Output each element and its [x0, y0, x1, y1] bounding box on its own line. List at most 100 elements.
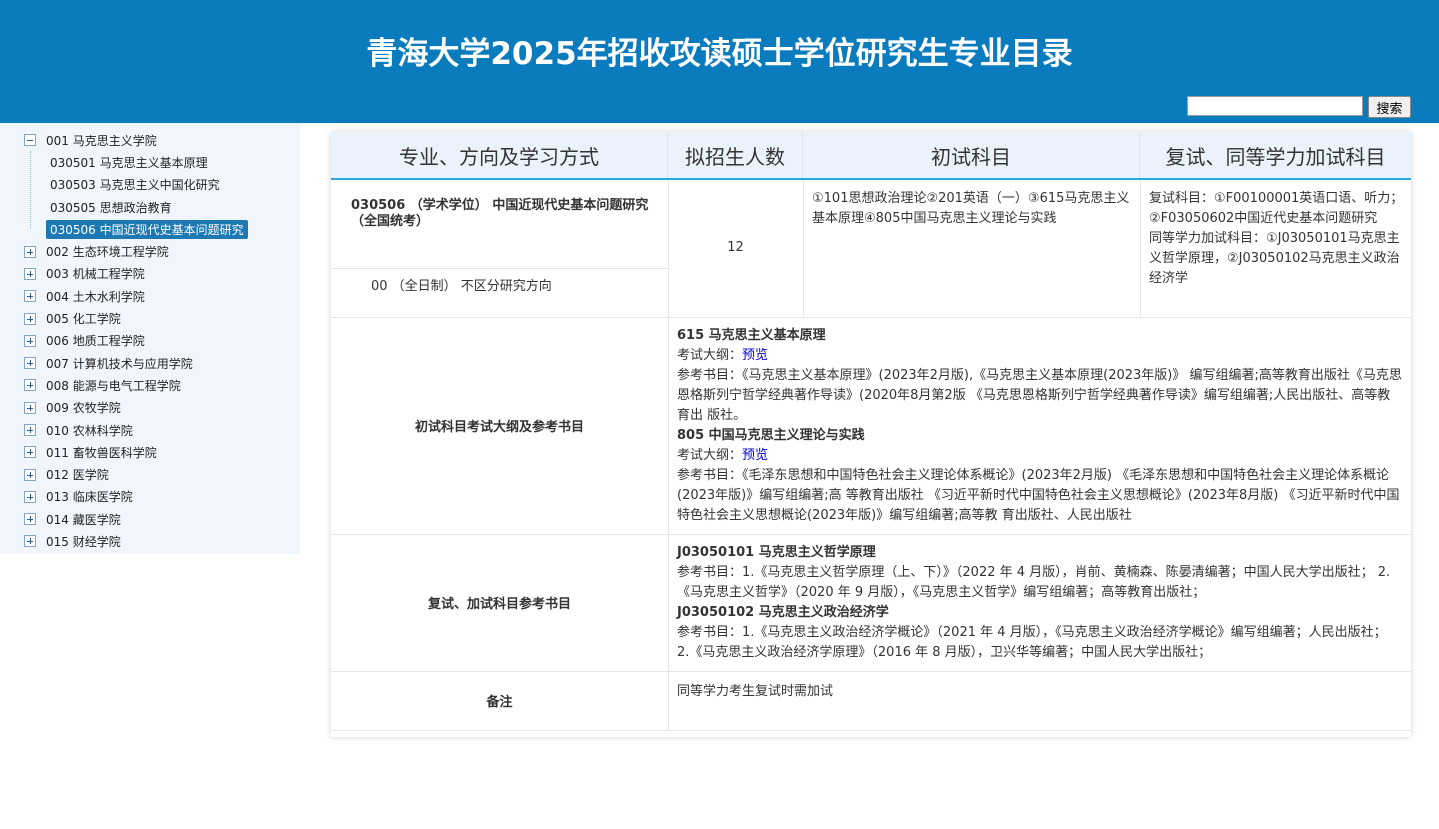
tree-node-label: 002 生态环境工程学院 — [46, 245, 169, 260]
header-initial-subjects: 初试科目 — [803, 132, 1140, 178]
tree-node-label: 009 农牧学院 — [46, 401, 121, 416]
remark-text: 同等学力考生复试时需加试 — [677, 684, 834, 699]
subject-title: J03050101 马克思主义哲学原理 — [677, 545, 876, 560]
search-button[interactable]: 搜索 — [1368, 96, 1411, 118]
header-enrollment: 拟招生人数 — [668, 132, 803, 178]
table-header: 专业、方向及学习方式 拟招生人数 初试科目 复试、同等学力加试科目 — [331, 132, 1411, 180]
expand-icon[interactable] — [24, 290, 36, 303]
tree-node-collapsed[interactable]: 009 农牧学院 — [24, 397, 300, 419]
equivalent-subject-list: 同等学力加试科目：①J03050101马克思主义哲学原理，②J03050102马… — [1149, 231, 1400, 286]
retest-books-content: J03050101 马克思主义哲学原理 参考书目：1.《马克思主义哲学原理（上、… — [677, 543, 1403, 663]
expand-icon[interactable] — [24, 424, 36, 436]
tree-node-label: 014 藏医学院 — [46, 512, 121, 527]
tree-node-collapsed[interactable]: 008 能源与电气工程学院 — [24, 374, 300, 396]
outline-label: 考试大纲： — [677, 448, 743, 463]
reference-books: 参考书目：1.《马克思主义政治经济学概论》（2021 年 4 月版），《马克思主… — [677, 625, 1387, 660]
subject-title: 805 中国马克思主义理论与实践 — [677, 428, 865, 443]
tree-node-label: 008 能源与电气工程学院 — [46, 378, 181, 393]
divider — [803, 180, 804, 317]
divider — [331, 730, 1411, 731]
tree-node-collapsed[interactable]: 010 农林科学院 — [24, 419, 300, 441]
preview-link[interactable]: 预览 — [742, 348, 768, 363]
reference-books: 参考书目：《马克思主义基本原理》(2023年2月版),《马克思主义基本原理(20… — [677, 368, 1402, 423]
preview-link[interactable]: 预览 — [742, 448, 768, 463]
collapse-icon[interactable] — [24, 134, 36, 147]
tree-child-item[interactable]: 030506 中国近现代史基本问题研究 — [24, 218, 300, 240]
tree-child-item[interactable]: 030501 马克思主义基本原理 — [24, 151, 300, 173]
page-title: 青海大学2025年招收攻读硕士学位研究生专业目录 — [366, 36, 1073, 72]
tree-node-label: 004 土木水利学院 — [46, 289, 145, 304]
tree-node-collapsed[interactable]: 011 畜牧兽医科学院 — [24, 441, 300, 463]
tree-node-expanded[interactable]: 001 马克思主义学院 — [24, 129, 300, 151]
expand-icon[interactable] — [24, 379, 36, 392]
tree-node-label: 003 机械工程学院 — [46, 267, 145, 282]
catalog-table: 专业、方向及学习方式 拟招生人数 初试科目 复试、同等学力加试科目 030506… — [331, 132, 1411, 737]
divider — [668, 317, 669, 731]
tree-node-label: 007 计算机技术与应用学院 — [46, 356, 193, 371]
expand-icon[interactable] — [24, 490, 36, 503]
reference-books: 参考书目：1.《马克思主义哲学原理（上、下）》（2022 年 4 月版），肖前、… — [677, 565, 1391, 600]
retest-subjects: 复试科目：①F00100001英语口语、听力；②F03050602中国近代史基本… — [1149, 189, 1405, 289]
tree-node-label: 011 畜牧兽医科学院 — [46, 445, 157, 460]
header-retest-subjects: 复试、同等学力加试科目 — [1165, 144, 1386, 169]
tree-node-collapsed[interactable]: 012 医学院 — [24, 463, 300, 485]
initial-subjects: ①101思想政治理论②201英语（一）③615马克思主义基本原理④805中国马克… — [812, 191, 1130, 226]
expand-icon[interactable] — [24, 334, 36, 347]
divider — [331, 268, 668, 269]
search-bar: 搜索 — [1187, 96, 1411, 118]
header-major: 专业、方向及学习方式 — [331, 132, 668, 178]
tree-node-collapsed[interactable]: 004 土木水利学院 — [24, 285, 300, 307]
tree-node-collapsed[interactable]: 014 藏医学院 — [24, 508, 300, 530]
enrollment-count: 12 — [727, 240, 744, 255]
tree-child-label: 030506 中国近现代史基本问题研究 — [46, 219, 248, 239]
tree-node-label: 001 马克思主义学院 — [46, 133, 157, 148]
syllabus-content: 615 马克思主义基本原理 考试大纲：预览 参考书目：《马克思主义基本原理》(2… — [677, 326, 1403, 526]
expand-icon[interactable] — [24, 401, 36, 414]
tree-node-label: 010 农林科学院 — [46, 423, 133, 438]
expand-icon[interactable] — [24, 468, 36, 481]
subject-title: 615 马克思主义基本原理 — [677, 328, 826, 343]
tree-collapsed-list: 002 生态环境工程学院 003 机械工程学院 004 土木水利学院 005 化工学院… — [24, 240, 300, 552]
sidebar-tree: 001 马克思主义学院 030501 马克思主义基本原理 030503 马克思主义… — [0, 123, 300, 554]
subject-title: J03050102 马克思主义政治经济学 — [677, 605, 889, 620]
syllabus-label: 初试科目考试大纲及参考书目 — [414, 420, 584, 435]
outline-label: 考试大纲： — [677, 348, 743, 363]
tree-child-label: 030505 思想政治教育 — [50, 200, 172, 215]
exam-outline: 考试大纲：预览 — [677, 346, 1403, 366]
expand-icon[interactable] — [24, 312, 36, 325]
exam-outline: 考试大纲：预览 — [677, 446, 1403, 466]
retest-subject-list: 复试科目：①F00100001英语口语、听力；②F03050602中国近代史基本… — [1149, 191, 1404, 226]
search-input[interactable] — [1187, 96, 1363, 116]
remark-label: 备注 — [486, 695, 513, 710]
tree-child-item[interactable]: 030505 思想政治教育 — [24, 196, 300, 218]
expand-icon[interactable] — [24, 513, 36, 526]
college-tree: 001 马克思主义学院 030501 马克思主义基本原理 030503 马克思主义… — [24, 129, 300, 553]
expand-icon[interactable] — [24, 446, 36, 459]
tree-node-label: 006 地质工程学院 — [46, 334, 145, 349]
reference-books: 参考书目：《毛泽东思想和中国特色社会主义理论体系概论》(2023年2月版) 《毛… — [677, 468, 1400, 523]
tree-node-label: 013 临床医学院 — [46, 490, 133, 505]
tree-node-collapsed[interactable]: 015 财经学院 — [24, 530, 300, 552]
tree-node-collapsed[interactable]: 005 化工学院 — [24, 307, 300, 329]
tree-node-label: 015 财经学院 — [46, 534, 121, 549]
retest-books-label: 复试、加试科目参考书目 — [427, 597, 571, 612]
tree-node-collapsed[interactable]: 002 生态环境工程学院 — [24, 240, 300, 262]
tree-node-label: 012 医学院 — [46, 468, 109, 483]
expand-icon[interactable] — [24, 357, 36, 370]
expand-icon[interactable] — [24, 245, 36, 258]
tree-children: 030501 马克思主义基本原理 030503 马克思主义中国化研究 030505 … — [24, 151, 300, 240]
tree-node-collapsed[interactable]: 003 机械工程学院 — [24, 263, 300, 285]
tree-child-item[interactable]: 030503 马克思主义中国化研究 — [24, 174, 300, 196]
tree-node-collapsed[interactable]: 006 地质工程学院 — [24, 330, 300, 352]
tree-child-label: 030501 马克思主义基本原理 — [50, 155, 208, 170]
expand-icon[interactable] — [24, 535, 36, 548]
divider — [1140, 180, 1141, 317]
tree-node-collapsed[interactable]: 013 临床医学院 — [24, 486, 300, 508]
research-direction: 00 （全日制） 不区分研究方向 — [371, 279, 552, 294]
page-header: 青海大学2025年招收攻读硕士学位研究生专业目录 搜索 — [0, 0, 1439, 123]
tree-node-collapsed[interactable]: 007 计算机技术与应用学院 — [24, 352, 300, 374]
tree-node-label: 005 化工学院 — [46, 312, 121, 327]
expand-icon[interactable] — [24, 267, 36, 280]
tree-child-label: 030503 马克思主义中国化研究 — [50, 178, 220, 193]
major-name: 030506 （学术学位） 中国近现代史基本问题研究（全国统考） — [351, 198, 649, 229]
